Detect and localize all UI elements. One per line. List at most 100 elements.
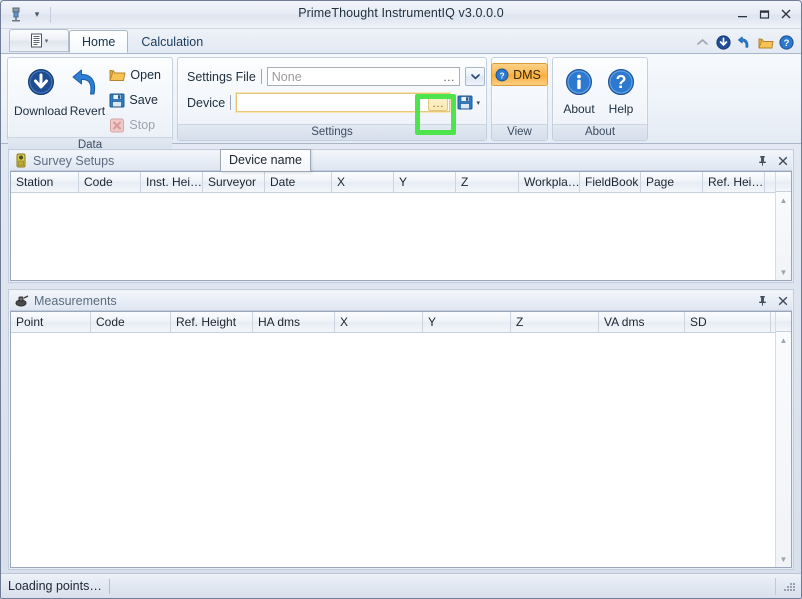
help-button[interactable]: ? Help (600, 61, 642, 117)
column-header-x[interactable]: X (335, 312, 423, 332)
chevron-down-icon (470, 74, 480, 80)
save-button[interactable]: Save (106, 88, 167, 112)
open-folder-icon[interactable] (757, 34, 774, 51)
download-icon[interactable] (715, 34, 732, 51)
panel-measurements-title: Measurements (34, 293, 117, 308)
column-header-page[interactable]: Page (641, 172, 703, 192)
stop-button[interactable]: Stop (106, 113, 167, 137)
revert-icon[interactable] (736, 34, 753, 51)
column-header-code[interactable]: Code (91, 312, 171, 332)
column-header-station[interactable]: Station (11, 172, 79, 192)
column-header-x[interactable]: X (332, 172, 394, 192)
instrument-icon[interactable] (6, 5, 26, 25)
settings-file-browse-icon[interactable]: … (440, 68, 458, 85)
revert-button-label: Revert (69, 104, 106, 118)
settings-rows: Settings File None … Device … ▾ (183, 61, 489, 114)
ribbon-group-view: ? DMS View (491, 57, 548, 141)
panel-measurements-pin-button[interactable] (755, 293, 770, 308)
scroll-up-icon[interactable]: ▲ (776, 192, 791, 208)
measurements-vscrollbar[interactable]: ▲ ▼ (775, 332, 791, 567)
measurements-grid-body[interactable] (11, 333, 775, 567)
column-header-ref-height[interactable]: Ref. Height (171, 312, 253, 332)
application-menu-button[interactable]: ▾ (9, 29, 69, 52)
survey-setup-icon (16, 153, 26, 168)
device-save-split-button[interactable]: ▾ (455, 91, 485, 114)
stop-x-icon (110, 118, 125, 132)
collapse-ribbon-icon[interactable] (694, 34, 711, 51)
panel-survey-setups-caption[interactable]: Survey Setups (10, 151, 792, 171)
download-button[interactable]: Download (13, 61, 68, 119)
measurements-scroll-column: ▲ ▼ (775, 312, 791, 567)
column-header-surveyor[interactable]: Surveyor (203, 172, 265, 192)
help-icon[interactable]: ? (778, 34, 795, 51)
column-header-workplace[interactable]: Workpla… (519, 172, 580, 192)
tab-home[interactable]: Home (69, 30, 129, 53)
column-header-ha-dms[interactable]: HA dms (253, 312, 335, 332)
column-header-date[interactable]: Date (265, 172, 332, 192)
revert-arrow-icon (72, 69, 96, 95)
measurements-grid: Point Code Ref. Height HA dms X Y Z VA d… (10, 311, 792, 568)
column-header-va-dms[interactable]: VA dms (599, 312, 685, 332)
about-button-label: About (563, 102, 595, 116)
revert-button[interactable]: Revert (68, 61, 106, 119)
survey-setups-grid-main: Station Code Inst. Hei… Surveyor Date X … (11, 172, 775, 280)
about-button[interactable]: About (558, 61, 600, 117)
column-header-fieldbook[interactable]: FieldBook (580, 172, 641, 192)
column-header-code[interactable]: Code (79, 172, 141, 192)
chevron-down-icon[interactable]: ▾ (473, 99, 483, 107)
survey-setups-vscrollbar[interactable]: ▲ ▼ (775, 192, 791, 280)
tab-calculation[interactable]: Calculation (128, 31, 216, 53)
column-header-inst-height[interactable]: Inst. Hei… (141, 172, 203, 192)
scroll-up-icon[interactable]: ▲ (776, 332, 791, 348)
panel-survey-setups-title: Survey Setups (33, 153, 115, 168)
survey-setups-header-row: Station Code Inst. Hei… Surveyor Date X … (11, 172, 775, 193)
panel-survey-setups-pin-button[interactable] (755, 153, 770, 168)
column-header-y[interactable]: Y (394, 172, 456, 192)
ribbon-group-data: Download Revert Open Save Stop Data (7, 57, 173, 153)
minimize-button[interactable] (731, 4, 753, 24)
device-separator (230, 95, 232, 110)
download-circle-icon (27, 69, 54, 95)
settings-file-dropdown-button[interactable] (465, 67, 485, 86)
open-button-label: Open (130, 68, 161, 82)
tab-strip-quick-icons: ? (694, 34, 795, 51)
help-circle-icon: ? (608, 69, 634, 95)
device-browse-button[interactable]: … (428, 94, 449, 111)
close-icon (778, 156, 787, 165)
measurements-scroll-track[interactable] (776, 348, 791, 551)
pin-icon (759, 296, 766, 306)
data-small-buttons: Open Save Stop (106, 61, 167, 137)
maximize-button[interactable] (753, 4, 775, 24)
save-disk-icon (457, 95, 473, 110)
settings-file-input[interactable]: None … (266, 67, 461, 86)
status-message: Loading points… (8, 579, 102, 593)
ribbon-tab-strip: ▾ Home Calculation ? (1, 29, 801, 54)
survey-setups-scroll-track[interactable] (776, 208, 791, 264)
settings-file-label: Settings File (187, 69, 256, 84)
panel-measurements-close-button[interactable] (775, 293, 790, 308)
survey-setups-grid-body[interactable] (11, 193, 775, 280)
close-button[interactable] (775, 4, 797, 24)
ribbon: Download Revert Open Save Stop Data Sett… (1, 54, 801, 153)
status-bar: Loading points… (1, 573, 801, 598)
scroll-down-icon[interactable]: ▼ (776, 264, 791, 280)
column-header-ref-height[interactable]: Ref. Hei… (703, 172, 765, 192)
device-label: Device (187, 95, 226, 110)
dms-toggle-button[interactable]: ? DMS (491, 63, 548, 86)
device-input[interactable]: … (236, 93, 451, 112)
open-button[interactable]: Open (106, 63, 167, 87)
ribbon-group-data-body: Download Revert Open Save Stop (8, 58, 172, 137)
scroll-down-icon[interactable]: ▼ (776, 551, 791, 567)
resize-grip-icon[interactable] (782, 579, 796, 593)
column-header-point[interactable]: Point (11, 312, 91, 332)
column-header-sd[interactable]: SD (685, 312, 771, 332)
qat-dropdown-icon[interactable]: ▾ (28, 6, 46, 24)
column-header-z[interactable]: Z (456, 172, 519, 192)
info-circle-icon (566, 69, 592, 95)
panel-survey-setups-close-button[interactable] (775, 153, 790, 168)
tab-home-label: Home (82, 34, 116, 49)
measurements-header-row: Point Code Ref. Height HA dms X Y Z VA d… (11, 312, 775, 333)
panel-measurements-caption[interactable]: Measurements (10, 291, 792, 311)
column-header-y[interactable]: Y (423, 312, 511, 332)
column-header-z[interactable]: Z (511, 312, 599, 332)
